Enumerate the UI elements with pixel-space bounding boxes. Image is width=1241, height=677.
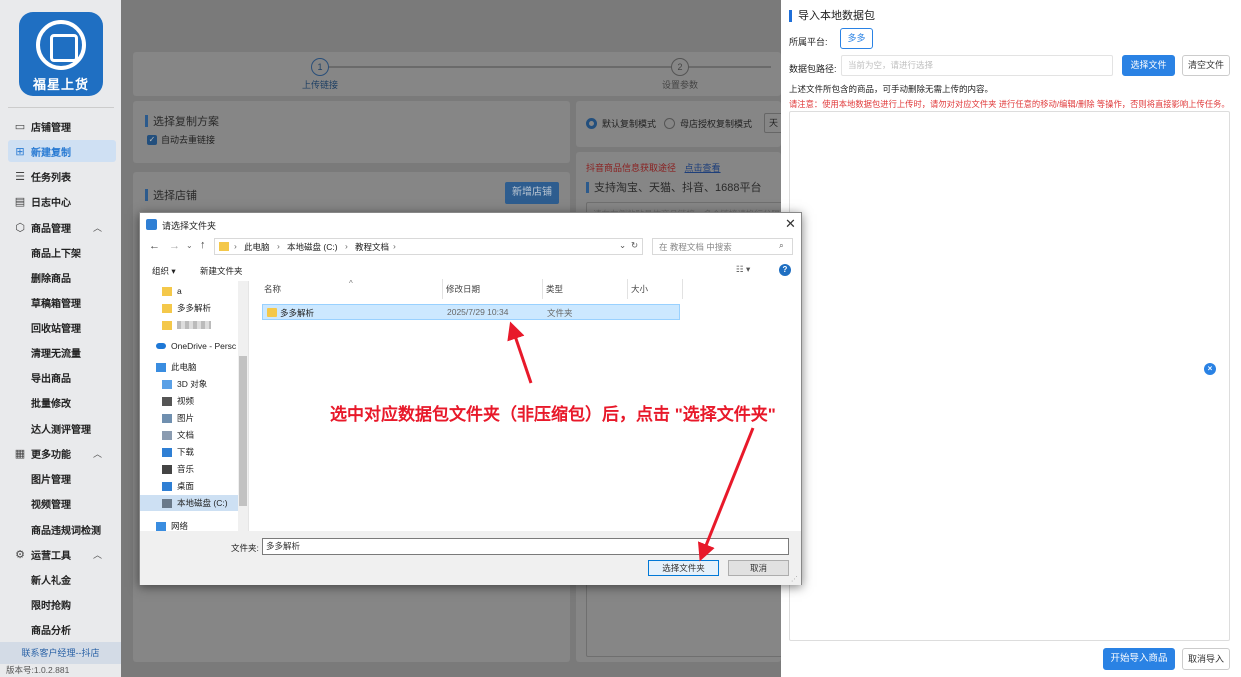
instruction-annotation: 选中对应数据包文件夹（非压缩包）后，点击 "选择文件夹"	[330, 405, 776, 424]
arrow-to-folder-row	[507, 321, 533, 384]
arrow-to-select-button	[697, 427, 755, 562]
annotation-arrows	[507, 321, 755, 562]
